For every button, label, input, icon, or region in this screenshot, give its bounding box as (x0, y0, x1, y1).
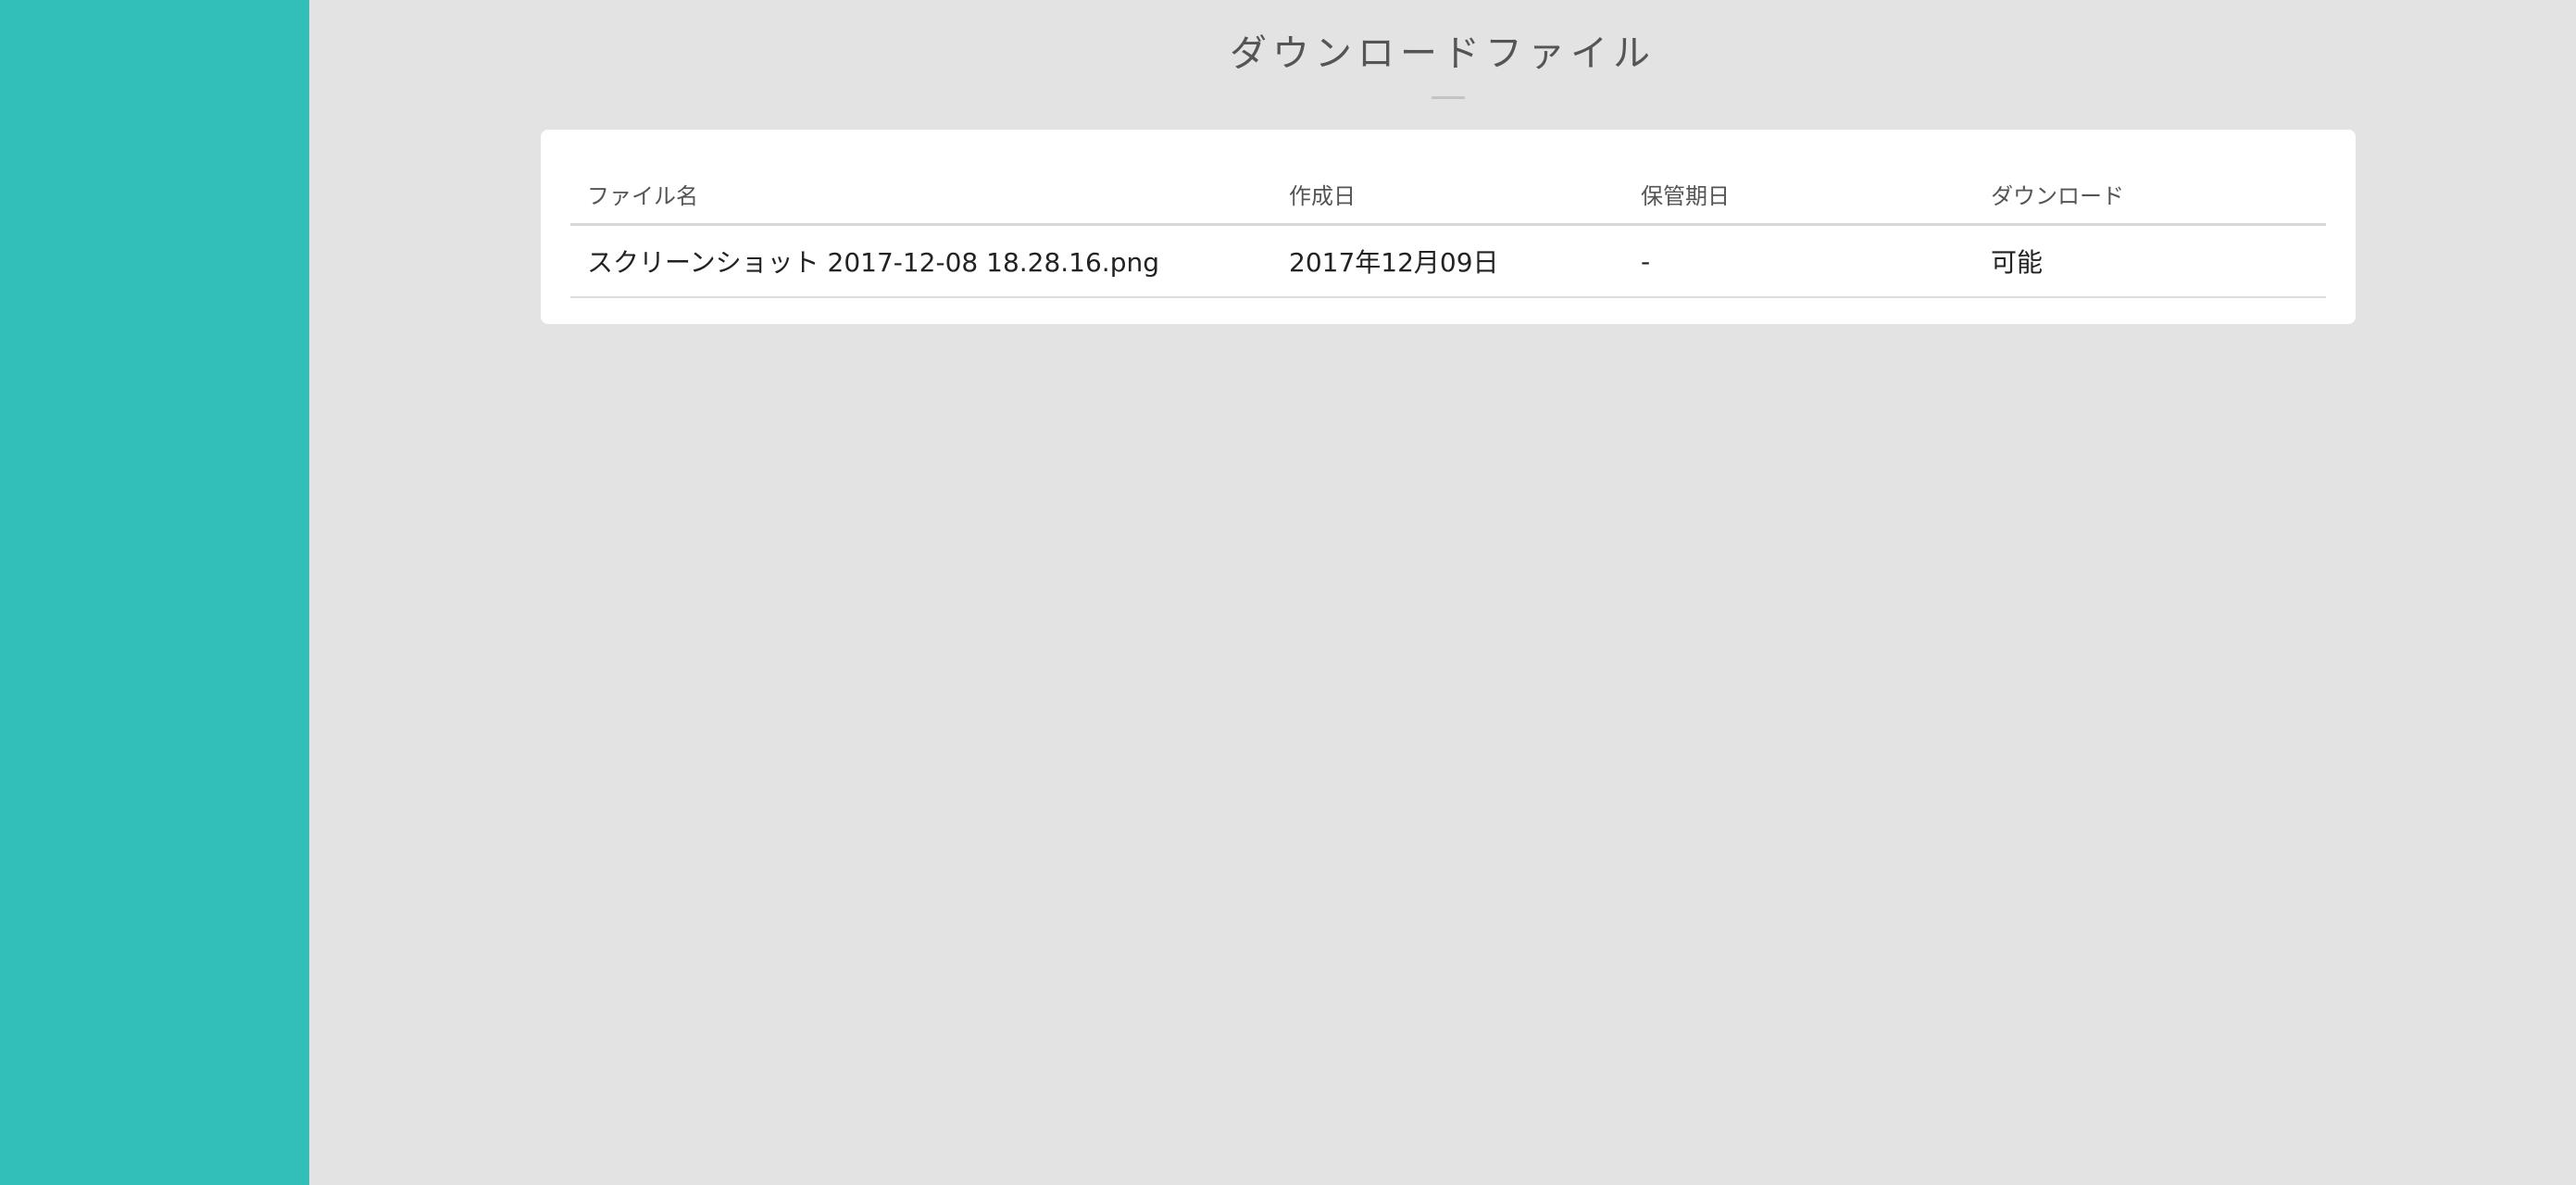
file-name-cell: スクリーンショット 2017-12-08 18.28.16.png (587, 247, 1160, 278)
retention-date-cell: - (1641, 245, 1651, 277)
title-underline (1432, 96, 1465, 99)
page-title: ダウンロードファイル (1230, 32, 1656, 75)
header-retention-date: 保管期日 (1641, 183, 1730, 209)
sidebar (0, 0, 309, 1185)
table-header-row: ファイル名 作成日 保管期日 ダウンロード (570, 159, 2326, 226)
main-content: ダウンロードファイル ファイル名 作成日 保管期日 ダウンロード スクリーンショ… (309, 0, 2576, 1185)
header-created-date: 作成日 (1289, 183, 1356, 209)
created-date-cell: 2017年12月09日 (1289, 247, 1499, 278)
header-file-name: ファイル名 (587, 183, 698, 209)
table-row: スクリーンショット 2017-12-08 18.28.16.png 2017年1… (570, 226, 2326, 298)
files-card: ファイル名 作成日 保管期日 ダウンロード スクリーンショット 2017-12-… (541, 130, 2356, 324)
header-download: ダウンロード (1991, 183, 2124, 209)
files-table: ファイル名 作成日 保管期日 ダウンロード スクリーンショット 2017-12-… (570, 159, 2326, 298)
download-status-link[interactable]: 可能 (1974, 243, 2326, 280)
